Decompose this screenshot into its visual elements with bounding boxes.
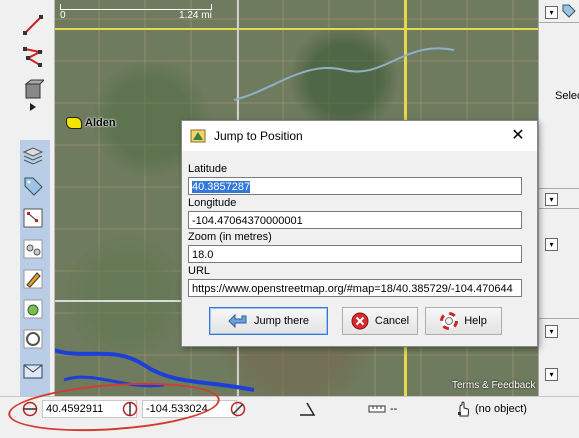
tags-button[interactable] [20, 173, 46, 199]
panel-divider [539, 208, 579, 209]
josm-app-icon [190, 128, 206, 147]
layers-button[interactable] [20, 142, 46, 168]
pointer-hand-icon [455, 401, 471, 417]
jump-arrow-icon [228, 313, 247, 329]
cancel-button[interactable]: Cancel [342, 307, 418, 335]
tag-icon [24, 177, 43, 196]
layers-icon [22, 147, 44, 165]
object-status: (no object) [455, 400, 527, 418]
envelope-icon [23, 364, 43, 379]
selection-list-button[interactable] [20, 205, 46, 231]
panel-divider [539, 22, 579, 23]
help-button[interactable]: Help [425, 307, 502, 335]
close-button[interactable]: ✕ [507, 126, 529, 146]
distance-status: -- [368, 400, 397, 418]
collapse-toggle[interactable]: ▾ [545, 238, 558, 251]
history-button[interactable] [20, 326, 46, 352]
terms-link[interactable]: Terms & Feedback [452, 380, 535, 391]
river [234, 47, 454, 101]
selection-icon [23, 208, 43, 228]
jump-there-label: Jump there [253, 315, 310, 327]
lifebuoy-icon [440, 312, 459, 330]
heading-icon [230, 401, 246, 417]
object-value: (no object) [475, 403, 527, 415]
collapse-toggle[interactable]: ▾ [545, 368, 558, 381]
map-scale: 0 1.24 mi [60, 0, 220, 21]
angle-icon [298, 401, 316, 417]
right-panel: ▾ Selec ▾ ▾ ▾ ▾ [538, 0, 579, 396]
latitude-input-text: 40.3857287 [192, 181, 251, 193]
left-toolbar [0, 0, 55, 396]
jump-there-button[interactable]: Jump there [209, 307, 328, 335]
paint-icon [23, 269, 43, 289]
select-label: Selec [555, 90, 579, 102]
toolbar-more-button[interactable] [20, 101, 46, 113]
draw-way-button[interactable] [20, 44, 46, 70]
longitude-label: Longitude [188, 197, 237, 209]
help-label: Help [464, 315, 487, 327]
url-input[interactable]: https://www.openstreetmap.org/#map=18/40… [188, 279, 522, 297]
draw-line-button[interactable] [20, 12, 46, 38]
zoom-input[interactable]: 18.0 [188, 245, 522, 263]
panel-divider [539, 318, 579, 319]
warning-icon [23, 299, 43, 319]
conflict-button[interactable] [20, 358, 46, 384]
chevron-right-icon [30, 103, 36, 111]
scale-end-label: 1.24 mi [179, 10, 212, 21]
map-paint-button[interactable] [20, 266, 46, 292]
panel-divider [539, 188, 579, 189]
collapse-toggle[interactable]: ▾ [545, 6, 558, 19]
relation-icon [23, 239, 43, 259]
dialog-title-bar[interactable]: Jump to Position ✕ [182, 121, 537, 151]
place-label: Alden [85, 117, 116, 129]
cancel-label: Cancel [374, 315, 410, 327]
scale-start-label: 0 [60, 10, 66, 21]
draw-way-icon [23, 47, 44, 67]
zoom-label: Zoom (in metres) [188, 231, 272, 243]
collapse-toggle[interactable]: ▾ [545, 325, 558, 338]
jump-to-position-dialog: Jump to Position ✕ Latitude 40.3857287 L… [181, 120, 538, 347]
heading-status [230, 400, 246, 418]
validation-button[interactable] [20, 296, 46, 322]
town-icon [66, 117, 82, 129]
relations-button[interactable] [20, 236, 46, 262]
latitude-label: Latitude [188, 163, 228, 175]
longitude-input[interactable]: -104.47064370000001 [188, 211, 522, 229]
cancel-icon [351, 312, 369, 330]
angle-status [298, 400, 316, 418]
history-icon [23, 329, 43, 349]
draw-line-icon [23, 15, 43, 35]
place-marker[interactable]: Alden [66, 117, 116, 129]
latitude-input[interactable]: 40.3857287 [188, 177, 522, 195]
distance-value: -- [390, 403, 398, 415]
dialog-title: Jump to Position [214, 129, 303, 143]
collapse-toggle[interactable]: ▾ [545, 193, 558, 206]
tag-icon [562, 4, 576, 18]
url-label: URL [188, 265, 211, 277]
ruler-icon [368, 404, 386, 414]
